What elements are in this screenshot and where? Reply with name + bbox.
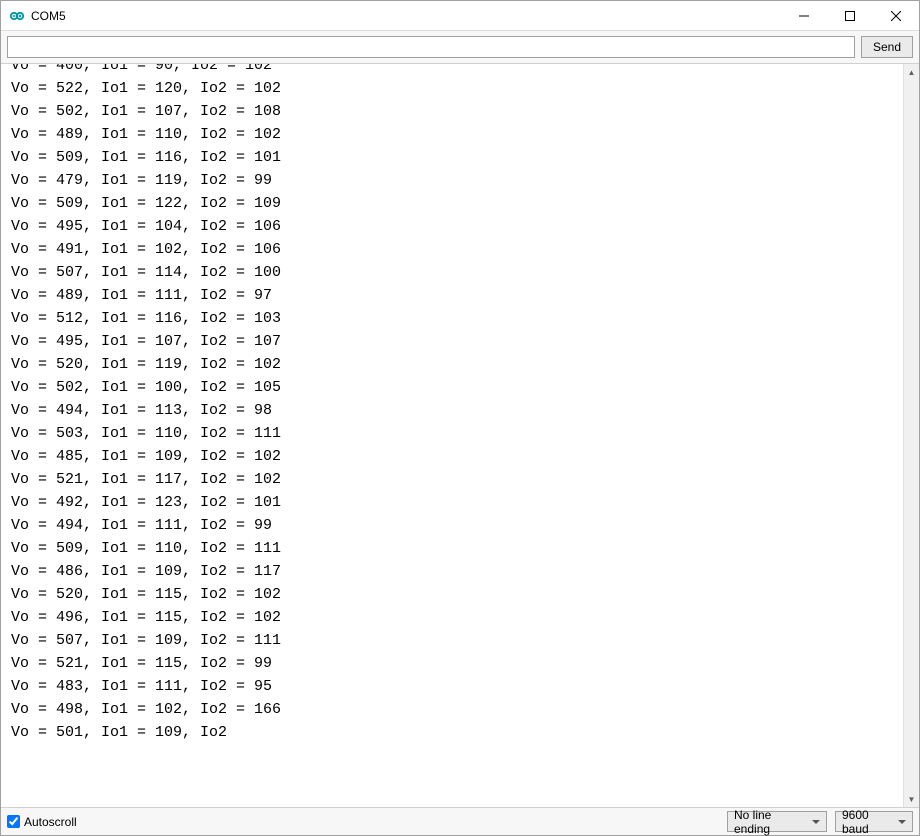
close-button[interactable] (873, 1, 919, 31)
scroll-up-arrow[interactable]: ▲ (904, 64, 919, 80)
minimize-button[interactable] (781, 1, 827, 31)
autoscroll-label-wrap[interactable]: Autoscroll (7, 815, 77, 829)
arduino-icon (9, 8, 25, 24)
console-output[interactable]: Vo = 400, Io1 = 90, Io2 = 102 Vo = 522, … (1, 64, 903, 807)
serial-input[interactable] (7, 36, 855, 58)
baud-value: 9600 baud (842, 808, 894, 836)
vertical-scrollbar[interactable]: ▲ ▼ (903, 64, 919, 807)
maximize-button[interactable] (827, 1, 873, 31)
close-icon (891, 11, 901, 21)
line-ending-select[interactable]: No line ending (727, 811, 827, 832)
autoscroll-checkbox[interactable] (7, 815, 20, 828)
status-bar: Autoscroll No line ending 9600 baud (1, 807, 919, 835)
line-ending-value: No line ending (734, 808, 808, 836)
serial-monitor-window: COM5 Send Vo = 400, Io1 = 90, Io2 = 102 … (0, 0, 920, 836)
autoscroll-label: Autoscroll (24, 815, 77, 829)
send-bar: Send (1, 31, 919, 64)
send-button[interactable]: Send (861, 36, 913, 58)
titlebar: COM5 (1, 1, 919, 31)
baud-select[interactable]: 9600 baud (835, 811, 913, 832)
scroll-track[interactable] (904, 80, 919, 791)
minimize-icon (799, 11, 809, 21)
maximize-icon (845, 11, 855, 21)
scroll-down-arrow[interactable]: ▼ (904, 791, 919, 807)
window-title: COM5 (31, 9, 781, 23)
console-area: Vo = 400, Io1 = 90, Io2 = 102 Vo = 522, … (1, 64, 919, 807)
